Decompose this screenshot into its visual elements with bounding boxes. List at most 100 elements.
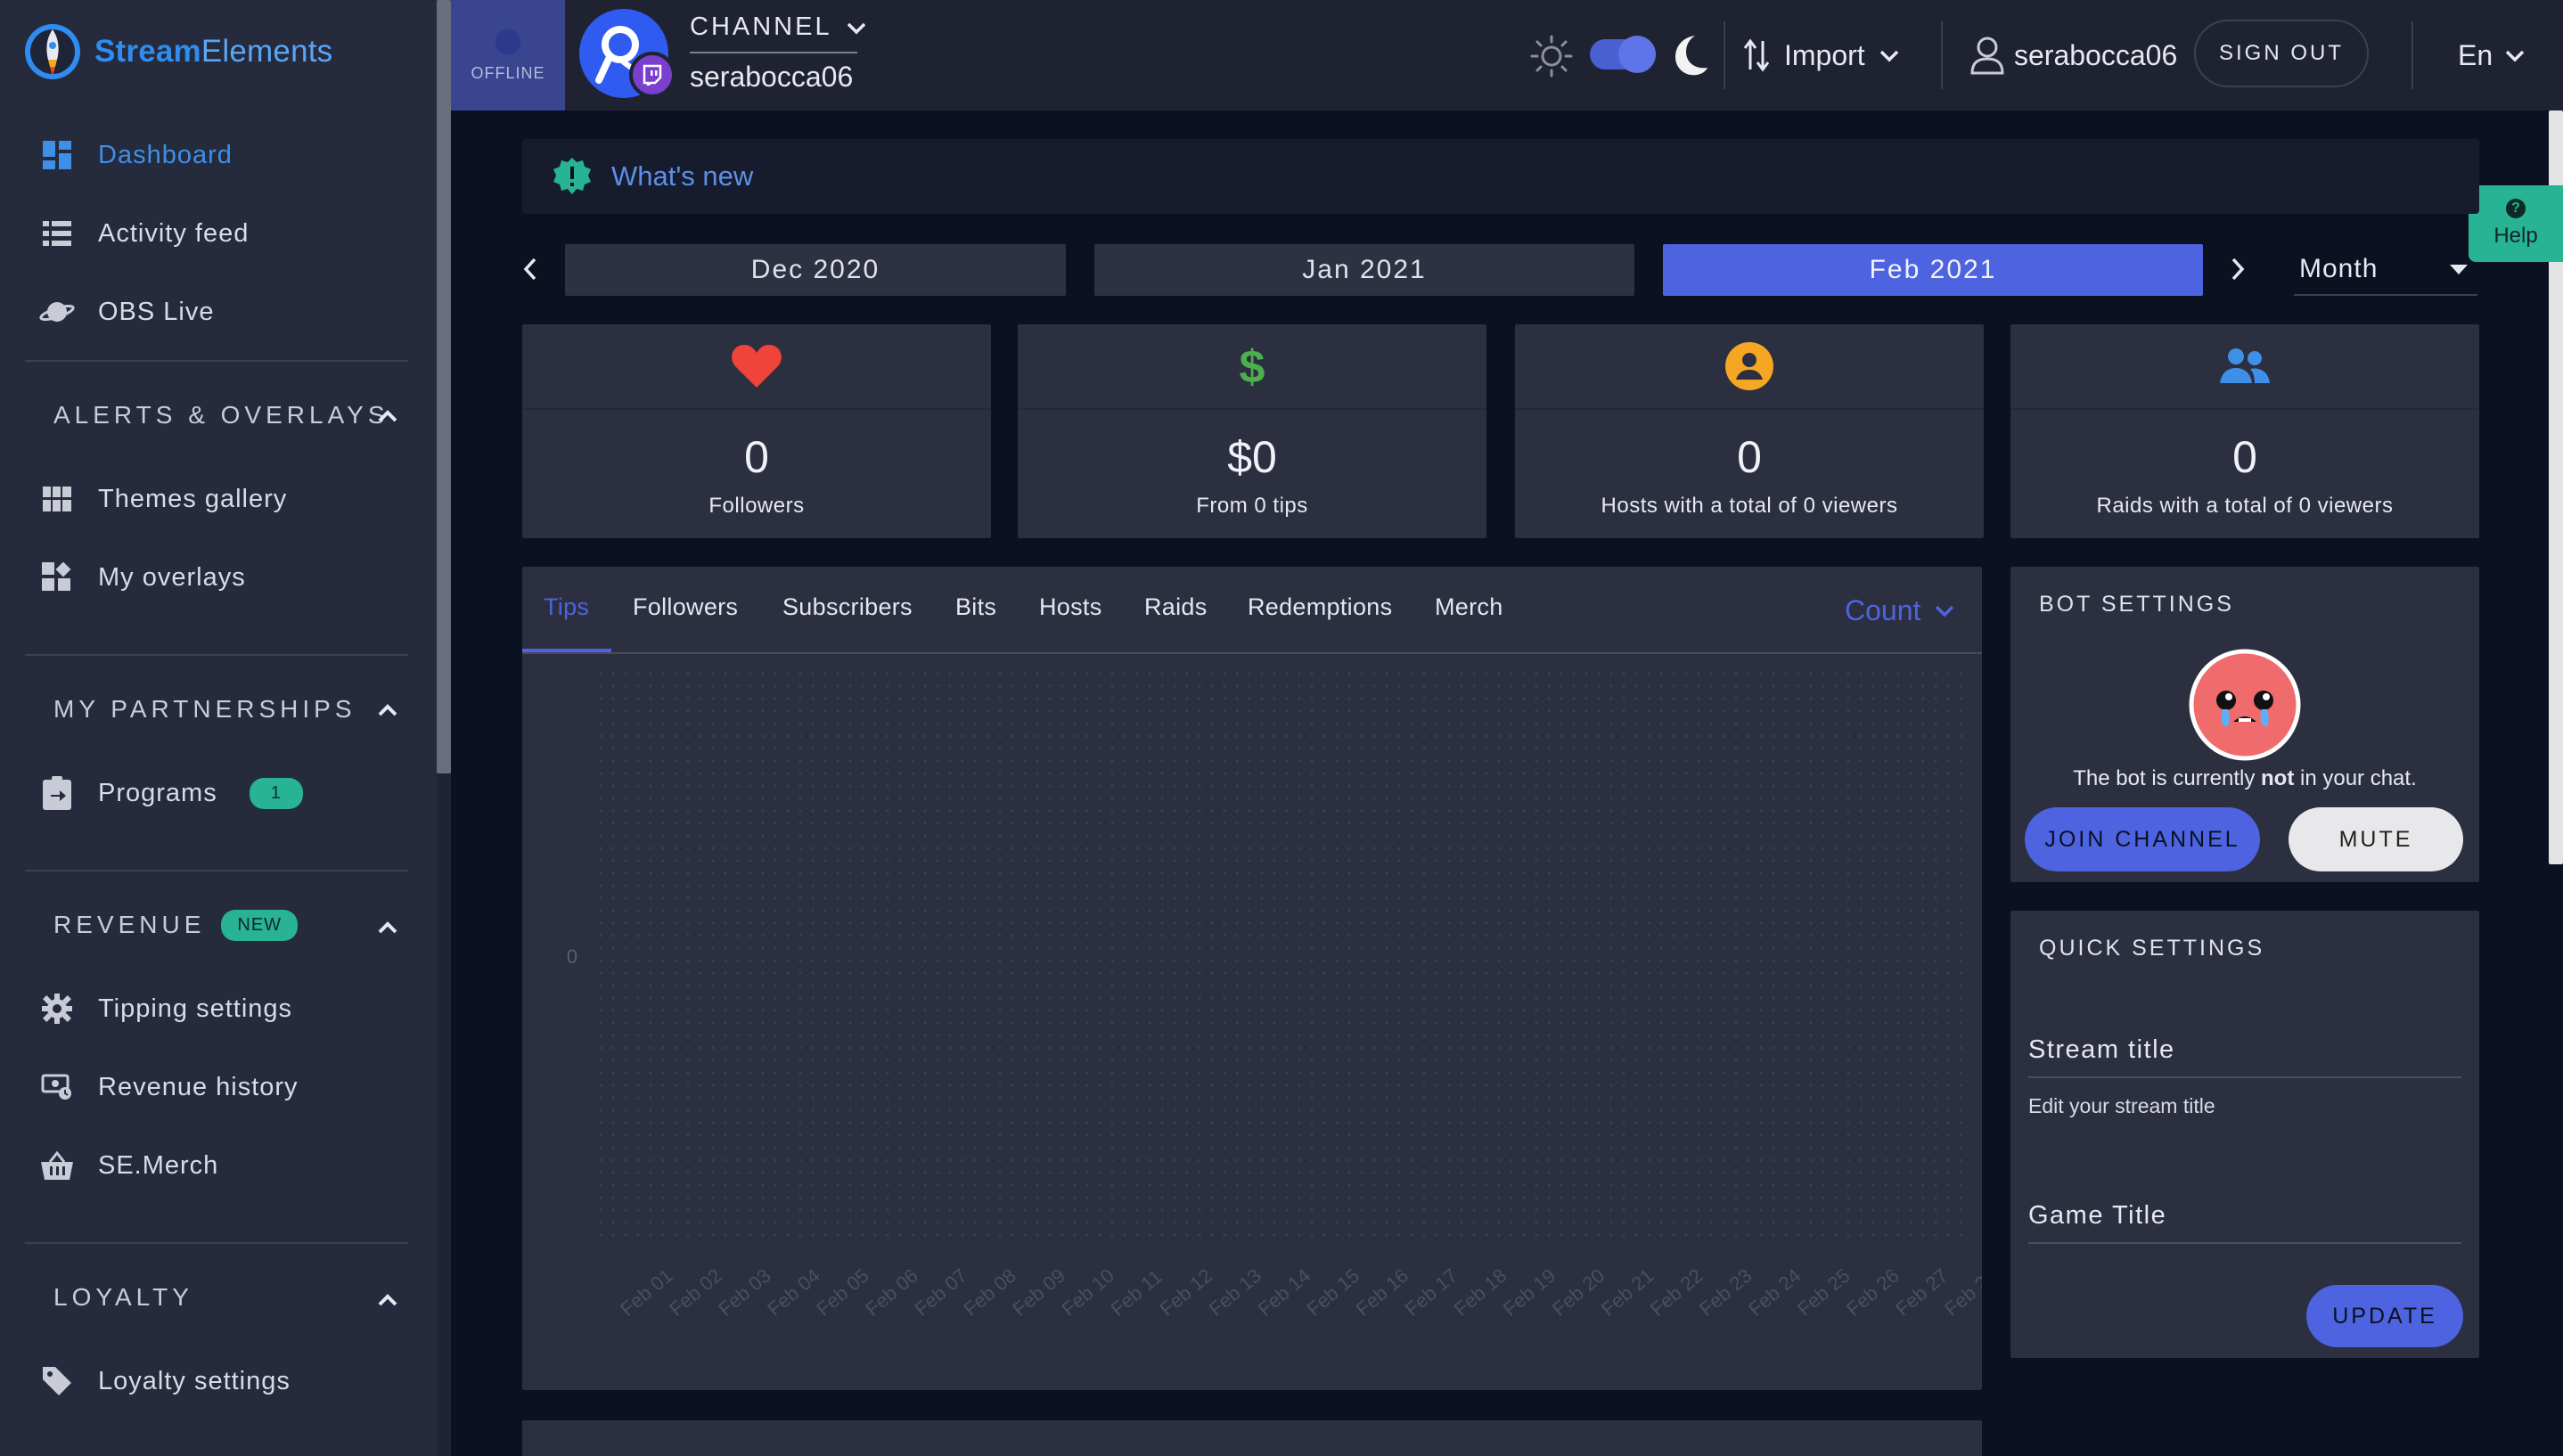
sidebar-item-label: Tipping settings [98, 994, 293, 1023]
alert-badge-icon [553, 158, 591, 194]
stat-label: Raids with a total of 0 viewers [2096, 494, 2394, 518]
stat-card-hosts: 0 Hosts with a total of 0 viewers [1515, 324, 1984, 538]
chevron-down-icon [1879, 50, 1898, 62]
sidebar-divider [25, 870, 408, 871]
tab-subscribers[interactable]: Subscribers [782, 593, 913, 621]
help-label: Help [2493, 224, 2538, 248]
period-feb-2021[interactable]: Feb 2021 [1663, 244, 2203, 296]
stat-card-tips: $ $0 From 0 tips [1018, 324, 1486, 538]
x-tick-label: Feb 26 [1842, 1264, 1904, 1321]
next-period-button[interactable] [2224, 251, 2251, 287]
sign-out-button[interactable]: SIGN OUT [2194, 20, 2369, 87]
update-button[interactable]: UPDATE [2306, 1285, 2463, 1347]
sidebar-item-activity-feed[interactable]: Activity feed [39, 207, 249, 260]
section-alerts-overlays[interactable]: ALERTS & OVERLAYS [53, 389, 389, 442]
gear-icon [39, 991, 75, 1027]
import-button[interactable]: Import [1743, 32, 1901, 78]
game-title-underline [2028, 1242, 2461, 1244]
quick-settings-title: QUICK SETTINGS [2039, 936, 2265, 961]
sidebar-item-themes-gallery[interactable]: Themes gallery [39, 472, 287, 526]
stat-value: 0 [2232, 432, 2257, 482]
sidebar-item-tipping-settings[interactable]: Tipping settings [39, 982, 292, 1035]
tab-merch[interactable]: Merch [1435, 593, 1503, 621]
period-dec-2020[interactable]: Dec 2020 [565, 244, 1066, 296]
import-arrows-icon [1743, 38, 1770, 72]
active-tab-indicator [522, 649, 611, 652]
chart-tabs: Tips Followers Subscribers Bits Hosts Ra… [522, 567, 1982, 654]
sidebar-item-dashboard[interactable]: Dashboard [39, 128, 233, 182]
theme-toggle-knob[interactable] [1618, 36, 1656, 73]
list-icon [39, 216, 75, 251]
tab-bits[interactable]: Bits [955, 593, 996, 621]
x-tick-label: Feb 03 [714, 1264, 775, 1321]
user-profile[interactable]: serabocca06 [1969, 32, 2177, 78]
section-loyalty[interactable]: LOYALTY [53, 1271, 193, 1324]
import-label: Import [1784, 38, 1865, 71]
sidebar-item-loyalty-settings[interactable]: Loyalty settings [39, 1354, 291, 1408]
tab-raids[interactable]: Raids [1144, 593, 1208, 621]
x-tick-label: Feb 18 [1450, 1264, 1511, 1321]
chart-metric-select[interactable]: Count [1845, 588, 1956, 633]
tab-hosts[interactable]: Hosts [1039, 593, 1102, 621]
tab-redemptions[interactable]: Redemptions [1248, 593, 1392, 621]
chevron-right-icon [2231, 258, 2245, 281]
chevron-down-icon [847, 22, 865, 34]
channel-dropdown[interactable]: CHANNEL [690, 12, 868, 42]
topbar-separator [1724, 21, 1725, 89]
stat-label: From 0 tips [1196, 494, 1308, 518]
chart-metric-value: Count [1845, 593, 1921, 626]
chevron-up-icon[interactable] [374, 914, 401, 941]
sun-icon[interactable] [1529, 34, 1574, 78]
stat-value: 0 [744, 432, 769, 482]
moon-icon[interactable] [1668, 32, 1711, 78]
sidebar-divider [25, 654, 408, 656]
sidebar-item-obs-live[interactable]: OBS Live [39, 285, 215, 339]
overlays-icon [39, 560, 75, 595]
sidebar-item-label: Dashboard [98, 140, 233, 169]
sidebar-item-programs[interactable]: Programs 1 [39, 766, 303, 820]
stat-label: Hosts with a total of 0 viewers [1601, 494, 1898, 518]
topbar-separator [1941, 21, 1943, 89]
game-title-field[interactable]: Game Title [2028, 1201, 2166, 1231]
sidebar-divider [25, 360, 408, 362]
stat-card-raids: 0 Raids with a total of 0 viewers [2010, 324, 2479, 538]
sidebar-item-label: Loyalty settings [98, 1366, 291, 1395]
chevron-up-icon[interactable] [374, 697, 401, 724]
sidebar-item-my-overlays[interactable]: My overlays [39, 551, 246, 604]
channel-label: CHANNEL [690, 12, 832, 41]
stream-title-field[interactable]: Stream title [2028, 1035, 2175, 1065]
mute-button[interactable]: MUTE [2289, 807, 2463, 871]
sidebar-scrollbar-thumb[interactable] [437, 0, 451, 773]
section-my-partnerships[interactable]: MY PARTNERSHIPS [53, 683, 356, 736]
basket-icon [39, 1148, 75, 1183]
period-granularity-select[interactable]: Month [2294, 244, 2477, 296]
sidebar-item-revenue-history[interactable]: Revenue history [39, 1060, 299, 1114]
language-selector[interactable]: En [2458, 32, 2526, 78]
stream-title-hint: Edit your stream title [2028, 1094, 2215, 1117]
chevron-up-icon[interactable] [374, 403, 401, 429]
tab-tips[interactable]: Tips [544, 593, 589, 621]
tab-followers[interactable]: Followers [633, 593, 738, 621]
chart-panel: Tips Followers Subscribers Bits Hosts Ra… [522, 567, 1982, 1390]
x-tick-label: Feb 24 [1744, 1264, 1806, 1321]
section-revenue[interactable]: REVENUE NEW [53, 898, 299, 952]
tips-chart: 0Feb 01Feb 02Feb 03Feb 04Feb 05Feb 06Feb… [567, 672, 1982, 1321]
join-channel-button[interactable]: JOIN CHANNEL [2025, 807, 2260, 871]
period-select-value: Month [2299, 254, 2379, 283]
period-jan-2021[interactable]: Jan 2021 [1094, 244, 1634, 296]
x-tick-label: Feb 08 [959, 1264, 1020, 1321]
clipboard-icon [39, 775, 75, 811]
x-tick-label: Feb 12 [1156, 1264, 1217, 1321]
prev-period-button[interactable] [517, 251, 544, 287]
sidebar-item-se-merch[interactable]: SE.Merch [39, 1139, 218, 1192]
x-tick-label: Feb 02 [665, 1264, 726, 1321]
whats-new-banner[interactable]: What's new [522, 139, 2479, 214]
sad-bot-icon [2189, 649, 2301, 761]
chevron-down-icon [1936, 605, 1954, 618]
brand-logo[interactable]: StreamElements [23, 20, 332, 84]
user-circle-icon [1725, 342, 1773, 390]
chevron-up-icon[interactable] [374, 1287, 401, 1313]
brand-name: StreamElements [94, 34, 333, 69]
bot-settings-panel: BOT SETTINGS The bot is currently not in… [2010, 567, 2479, 882]
help-button[interactable]: ? Help [2469, 185, 2563, 262]
